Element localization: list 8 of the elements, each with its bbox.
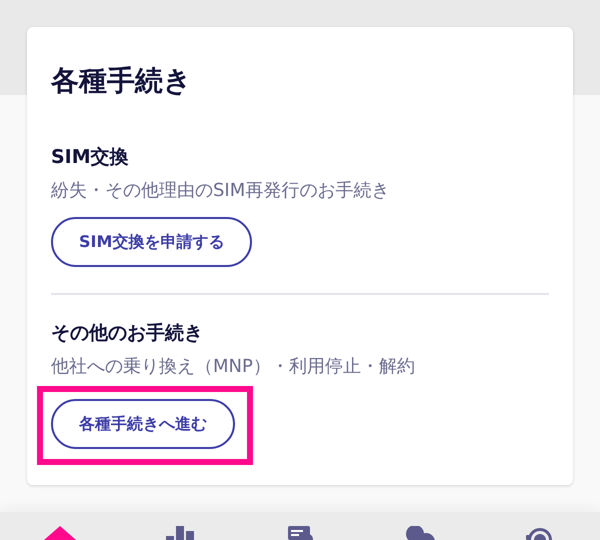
- section-description: 紛失・その他理由のSIM再発行のお手続き: [51, 179, 390, 203]
- section-description: 他社への乗り換え（MNP）・利用停止・解約: [51, 355, 416, 379]
- home-icon[interactable]: [42, 526, 78, 540]
- section-heading: SIM交換: [51, 145, 130, 170]
- card-title: 各種手続き: [51, 63, 193, 99]
- action-button[interactable]: SIM交換を申請する: [51, 217, 252, 267]
- section-heading: その他のお手続き: [51, 321, 204, 346]
- action-button[interactable]: 各種手続きへ進む: [51, 399, 235, 449]
